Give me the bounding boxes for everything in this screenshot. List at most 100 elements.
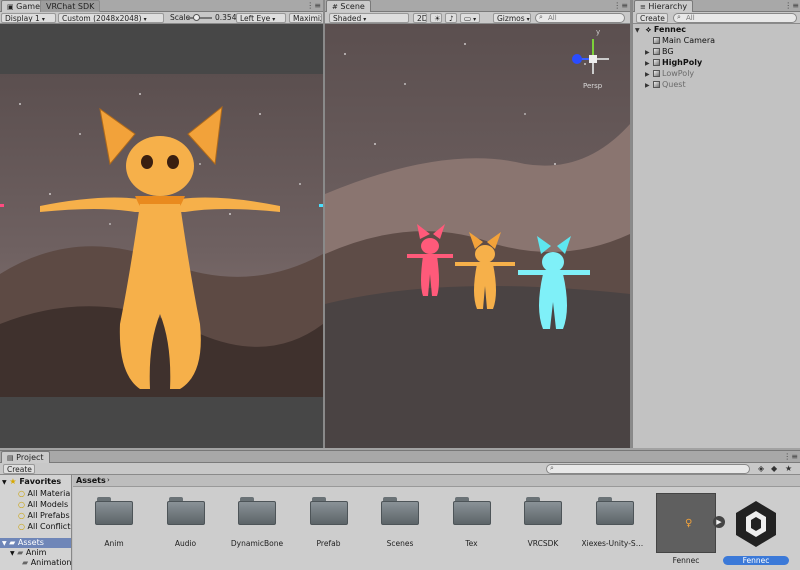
maximize-label: Maximize <box>293 14 321 23</box>
asset-folder[interactable]: Tex <box>439 497 505 548</box>
hierarchy-create-button[interactable]: Create <box>636 13 668 23</box>
tab-scene[interactable]: # Scene <box>326 0 371 12</box>
breadcrumb-assets[interactable]: Assets <box>76 476 106 485</box>
asset-folder[interactable]: Anim <box>81 497 147 548</box>
scene-menu-icon[interactable]: ⋮≡ <box>613 1 628 10</box>
expand-arrow-icon[interactable]: ▼ <box>635 25 643 36</box>
filter-type-icon[interactable]: ◈ <box>758 464 764 473</box>
resolution-dropdown-label: Custom (2048x2048) <box>62 14 142 23</box>
mode-2d-button[interactable]: 2D <box>413 13 427 23</box>
asset-folder[interactable]: Audio <box>153 497 219 548</box>
gameobject-cube-icon <box>653 70 660 77</box>
panel-menu-icon[interactable]: ⋮≡ <box>306 1 321 10</box>
tab-vrchat-sdk[interactable]: VRChat SDK <box>40 0 101 12</box>
hierarchy-item[interactable]: ▶ BG <box>645 46 674 57</box>
asset-folder-label: DynamicBone <box>230 539 284 548</box>
favorite-item[interactable]: ○ All Prefabs <box>18 511 70 521</box>
scale-slider[interactable] <box>188 14 212 21</box>
project-menu-icon[interactable]: ⋮≡ <box>783 452 798 461</box>
gizmos-dropdown[interactable]: Gizmos <box>493 13 531 23</box>
persp-label[interactable]: Persp <box>583 82 603 90</box>
assets-root-label: Assets <box>17 538 44 547</box>
game-icon: ▣ <box>7 3 14 11</box>
tab-game-label: Game <box>16 2 40 11</box>
folder-icon <box>595 497 634 525</box>
favorite-item-label: All Conflicts <box>27 522 72 531</box>
search-icon: ⌕ <box>539 13 543 21</box>
asset-folder-label: Xiexes-Unity-Sh... <box>581 539 648 548</box>
speaker-icon: ♪ <box>449 14 454 23</box>
scene-render[interactable]: y Persp <box>325 24 630 448</box>
favorite-item[interactable]: ○ All Models <box>18 500 68 510</box>
project-create-label: Create <box>7 465 32 474</box>
favorites-label: Favorites <box>19 477 62 486</box>
filter-label-icon[interactable]: ◆ <box>771 464 777 473</box>
shading-label: Shaded <box>333 14 362 23</box>
favorite-item[interactable]: ○ All Conflicts <box>18 522 72 532</box>
hierarchy-item[interactable]: ▶ Quest <box>645 79 686 90</box>
gameobject-cube-icon <box>653 59 660 66</box>
tree-item-animations-label: Animations <box>30 558 72 567</box>
lighting-toggle[interactable]: ☀ <box>430 13 442 23</box>
shading-dropdown[interactable]: Shaded <box>329 13 409 23</box>
hierarchy-item[interactable]: ▶ HighPoly <box>645 57 702 68</box>
expand-arrow-icon[interactable]: ▼ <box>2 479 7 486</box>
game-render[interactable] <box>0 74 323 397</box>
tree-item-animations[interactable]: ▰ Animations <box>22 558 72 568</box>
scene-search-input[interactable]: ⌕ All <box>535 13 625 23</box>
project-panel: ▤ Project ⋮≡ Create ⌕ ◈ ◆ ★ ▼ ★ Favorite… <box>0 450 800 570</box>
maximize-button[interactable]: Maximize <box>289 13 322 23</box>
hierarchy-scene-root[interactable]: ▼ ⟡ Fennec <box>635 24 686 35</box>
asset-fennec-scene[interactable]: Fennec <box>723 493 789 565</box>
hierarchy-item-label: Main Camera <box>662 36 716 45</box>
asset-folder[interactable]: Xiexes-Unity-Sh... <box>582 497 648 548</box>
project-create-button[interactable]: Create <box>3 464 35 474</box>
folder-icon <box>381 497 419 525</box>
audio-toggle[interactable]: ♪ <box>445 13 457 23</box>
expand-arrow-icon[interactable]: ▼ <box>10 550 15 557</box>
tree-item-anim[interactable]: ▼ ▰ Anim <box>10 548 46 558</box>
project-tree: ▼ ★ Favorites ○ All Materials ○ All Model… <box>0 475 72 570</box>
folder-icon <box>95 497 133 525</box>
hierarchy-menu-icon[interactable]: ⋮≡ <box>784 1 799 10</box>
folder-icon: ▤ <box>7 454 14 462</box>
game-tabbar: ▣ Game VRChat SDK ⋮≡ <box>0 0 323 12</box>
asset-fennec-prefab[interactable]: ♀ Fennec <box>653 493 719 565</box>
gizmos-label: Gizmos <box>497 14 525 23</box>
hierarchy-item[interactable]: ▶ LowPoly <box>645 68 694 79</box>
assets-root-row[interactable]: ▼ ▰ Assets <box>0 538 71 548</box>
left-eye-dropdown[interactable]: Left Eye <box>236 13 286 23</box>
expand-arrow-icon[interactable]: ▼ <box>2 540 7 547</box>
hierarchy-toolbar: Create ⌕ All <box>633 12 800 24</box>
asset-folder-label: Anim <box>104 539 124 548</box>
favorite-star-icon[interactable]: ★ <box>785 464 792 473</box>
expand-arrow-icon[interactable]: ▶ <box>645 80 653 91</box>
search-filter-icon: ○ <box>18 511 28 520</box>
project-search-input[interactable]: ⌕ <box>546 464 750 474</box>
asset-folder[interactable]: DynamicBone <box>224 497 290 548</box>
asset-folder[interactable]: Prefab <box>296 497 362 548</box>
tab-hierarchy[interactable]: ≡ Hierarchy <box>634 0 694 12</box>
sun-icon: ☀ <box>434 14 441 23</box>
display-dropdown[interactable]: Display 1 <box>1 13 56 23</box>
scale-slider-knob[interactable] <box>193 14 200 21</box>
hierarchy-item[interactable]: Main Camera <box>645 35 715 46</box>
asset-folder-label: Audio <box>174 539 197 548</box>
hierarchy-search-input[interactable]: ⌕ All <box>673 13 797 23</box>
asset-folder[interactable]: VRCSDK <box>510 497 576 548</box>
project-tabbar: ▤ Project ⋮≡ <box>0 451 800 463</box>
breadcrumb: Assets › <box>73 475 800 487</box>
gameobject-cube-icon <box>653 81 660 88</box>
prefab-thumbnail: ♀ <box>656 493 716 553</box>
resolution-dropdown[interactable]: Custom (2048x2048) <box>58 13 164 23</box>
favorite-item[interactable]: ○ All Materials <box>18 489 71 499</box>
asset-folder[interactable]: Scenes <box>367 497 433 548</box>
orientation-gizmo[interactable] <box>572 39 609 74</box>
favorites-row[interactable]: ▼ ★ Favorites <box>2 477 61 487</box>
tab-project[interactable]: ▤ Project <box>1 451 50 463</box>
tab-project-label: Project <box>16 453 44 462</box>
asset-folder-label: Scenes <box>386 539 414 548</box>
game-render-image <box>0 105 323 397</box>
effects-dropdown[interactable]: ▭ <box>460 13 480 23</box>
asset-folder-label: Prefab <box>316 539 341 548</box>
